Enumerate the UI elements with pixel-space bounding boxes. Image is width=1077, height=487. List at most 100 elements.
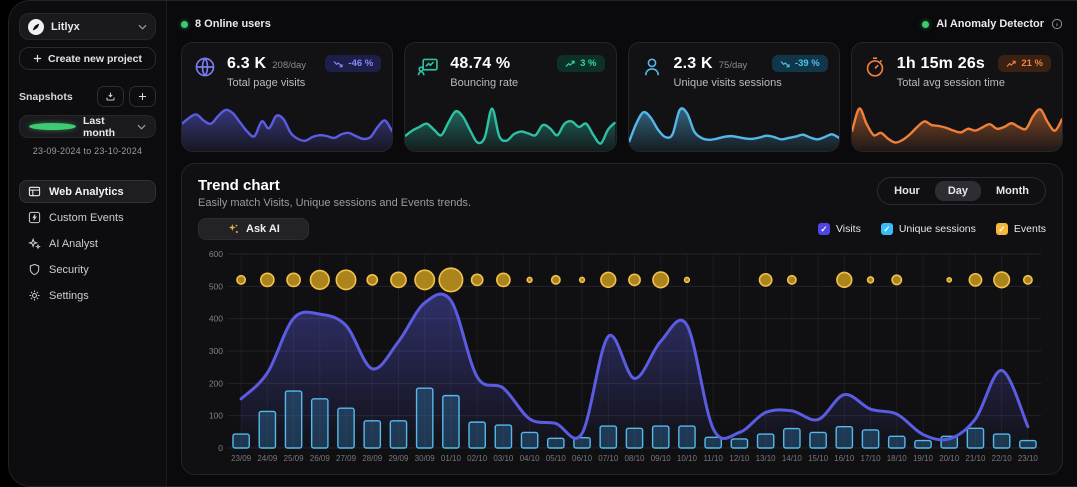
svg-text:05/10: 05/10 (546, 454, 567, 463)
svg-text:19/10: 19/10 (913, 454, 934, 463)
ask-ai-label: Ask AI (246, 223, 280, 235)
svg-text:10/10: 10/10 (677, 454, 698, 463)
svg-text:12/10: 12/10 (729, 454, 750, 463)
svg-text:20/10: 20/10 (939, 454, 960, 463)
trend-badge: -39 % (772, 55, 828, 72)
card-value: 6.3 K (227, 55, 266, 73)
online-users-label: 8 Online users (195, 18, 271, 30)
granularity-toggle: Hour Day Month (877, 177, 1046, 205)
sparkline-unique-sessions (629, 99, 839, 151)
card-label: Unique visits sessions (674, 77, 782, 89)
create-project-button[interactable]: Create new project (19, 47, 156, 70)
trend-up-icon (1006, 60, 1016, 68)
project-selector[interactable]: Litlyx (19, 13, 156, 40)
ask-ai-button[interactable]: Ask AI (198, 218, 309, 240)
card-bouncing-rate: 48.74 % Bouncing rate 3 % (404, 42, 616, 152)
stat-cards: 6.3 K 208/day Total page visits -46 % (181, 42, 1063, 152)
card-rate: 75/day (719, 60, 748, 71)
nav-label: Web Analytics (49, 186, 124, 198)
nav-label: AI Analyst (49, 238, 98, 250)
trend-badge: -46 % (325, 55, 381, 72)
svg-text:23/09: 23/09 (231, 454, 252, 463)
snapshot-date-range: 23-09-2024 to 23-10-2024 (19, 146, 156, 156)
svg-text:26/09: 26/09 (310, 454, 331, 463)
trend-badge: 3 % (557, 55, 604, 72)
svg-text:13/10: 13/10 (756, 454, 777, 463)
svg-text:300: 300 (209, 346, 223, 356)
svg-text:400: 400 (209, 314, 223, 324)
shield-icon (28, 263, 41, 276)
main-content: 8 Online users AI Anomaly Detector (167, 1, 1077, 486)
tab-day[interactable]: Day (935, 181, 981, 201)
plus-icon (137, 91, 148, 102)
chevron-down-icon (138, 24, 147, 30)
card-total-page-visits: 6.3 K 208/day Total page visits -46 % (181, 42, 393, 152)
svg-text:01/10: 01/10 (441, 454, 462, 463)
info-icon[interactable] (1051, 18, 1063, 30)
sidebar: Litlyx Create new project Snapshots Last… (9, 1, 167, 486)
project-name: Litlyx (51, 21, 131, 33)
card-value: 2.3 K (674, 55, 713, 73)
card-rate: 208/day (272, 60, 306, 71)
card-label: Total avg session time (897, 77, 1005, 89)
create-project-label: Create new project (48, 53, 142, 65)
sidebar-item-settings[interactable]: Settings (19, 284, 156, 307)
snapshots-label: Snapshots (19, 91, 92, 103)
svg-text:06/10: 06/10 (572, 454, 593, 463)
sidebar-item-custom-events[interactable]: Custom Events (19, 206, 156, 229)
ai-analyst-icon (28, 237, 41, 250)
online-status-dot (181, 21, 188, 28)
svg-text:200: 200 (209, 378, 223, 388)
card-label: Bouncing rate (450, 77, 518, 89)
checkbox-icon: ✓ (818, 223, 830, 235)
legend-events[interactable]: ✓ Events (996, 223, 1046, 235)
trend-chart-title: Trend chart (198, 177, 471, 194)
legend-visits[interactable]: ✓ Visits (818, 223, 861, 235)
plus-icon (33, 54, 42, 63)
sidebar-item-ai-analyst[interactable]: AI Analyst (19, 232, 156, 255)
svg-text:11/10: 11/10 (703, 454, 723, 463)
svg-text:28/09: 28/09 (362, 454, 383, 463)
card-value: 48.74 % (450, 55, 510, 73)
card-value: 1h 15m 26s (897, 55, 985, 73)
svg-text:27/09: 27/09 (336, 454, 357, 463)
svg-text:14/10: 14/10 (782, 454, 803, 463)
chevron-down-icon (137, 124, 146, 130)
trend-chart-subtitle: Easily match Visits, Unique sessions and… (198, 197, 471, 209)
snapshot-selected: Last month (83, 115, 130, 139)
svg-text:15/10: 15/10 (808, 454, 829, 463)
svg-text:18/10: 18/10 (887, 454, 908, 463)
nav-label: Custom Events (49, 212, 124, 224)
svg-text:22/10: 22/10 (992, 454, 1013, 463)
svg-text:0: 0 (218, 443, 223, 453)
tab-month[interactable]: Month (983, 181, 1042, 201)
web-analytics-icon (28, 185, 41, 198)
trend-up-icon (565, 60, 575, 68)
globe-icon (194, 55, 218, 79)
download-snapshot-button[interactable] (97, 86, 124, 107)
sidebar-item-web-analytics[interactable]: Web Analytics (19, 180, 156, 203)
trend-down-icon (333, 60, 343, 68)
anomaly-status-dot (922, 21, 929, 28)
legend-unique-sessions[interactable]: ✓ Unique sessions (881, 223, 976, 235)
card-unique-sessions: 2.3 K 75/day Unique visits sessions -39 … (628, 42, 840, 152)
legend-label: Events (1014, 223, 1046, 235)
svg-text:04/10: 04/10 (520, 454, 541, 463)
nav-label: Settings (49, 290, 89, 302)
download-icon (105, 91, 116, 102)
sidebar-item-security[interactable]: Security (19, 258, 156, 281)
svg-text:08/10: 08/10 (624, 454, 645, 463)
checkbox-icon: ✓ (996, 223, 1008, 235)
sparkline-avg-session-time (852, 99, 1062, 151)
add-snapshot-button[interactable] (129, 86, 156, 107)
anomaly-detector-label: AI Anomaly Detector (936, 18, 1044, 30)
legend-label: Unique sessions (899, 223, 976, 235)
chart-legend: ✓ Visits ✓ Unique sessions ✓ Events (818, 223, 1046, 235)
bounce-rate-icon (417, 55, 441, 79)
snapshot-range-select[interactable]: Last month (19, 115, 156, 138)
svg-text:17/10: 17/10 (861, 454, 882, 463)
svg-text:03/10: 03/10 (493, 454, 514, 463)
user-icon (641, 55, 665, 79)
trend-chart-panel: Trend chart Easily match Visits, Unique … (181, 163, 1063, 475)
tab-hour[interactable]: Hour (881, 181, 933, 201)
